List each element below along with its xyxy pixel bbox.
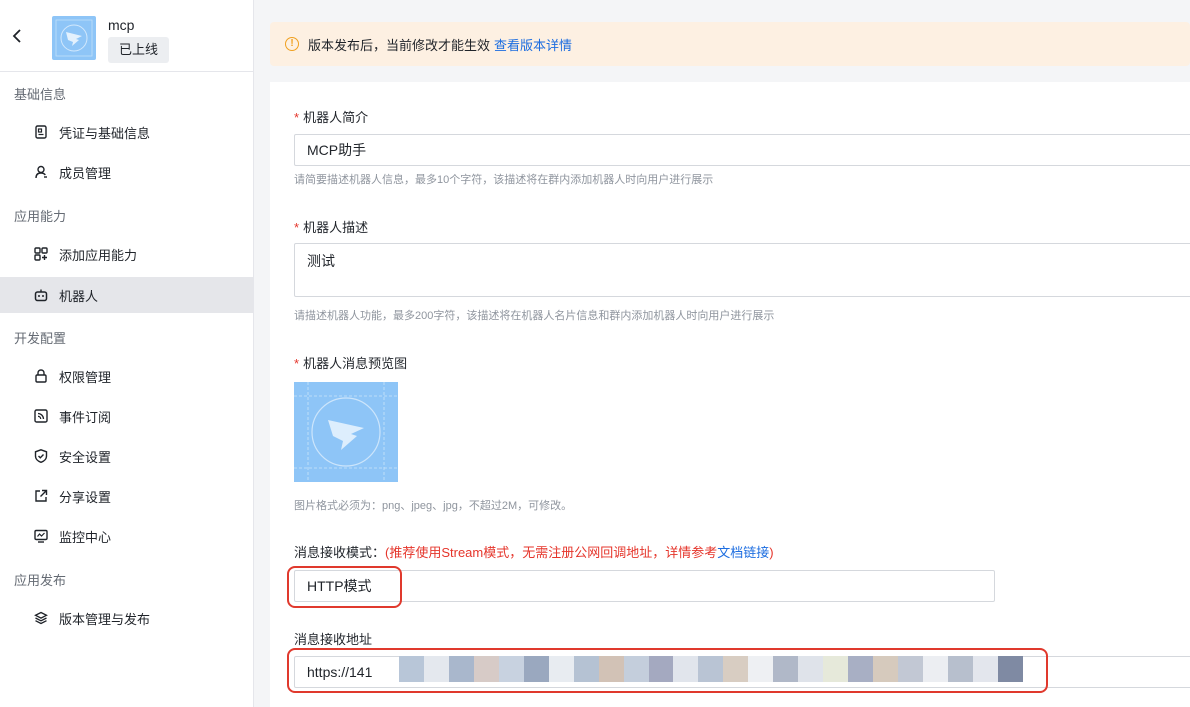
user-icon [33, 164, 49, 180]
receive-url-label: 消息接收地址 [294, 632, 373, 647]
sidebar-item-label: 权限管理 [59, 369, 112, 385]
notice-text: 版本发布后，当前修改才能生效 [308, 37, 491, 53]
preview-hint: 图片格式必须为：png、jpeg、jpg，不超过2M，可修改。 [294, 500, 573, 512]
robot-config-form: * 机器人简介 MCP助手 请简要描述机器人信息，最多10个字符，该描述将在群内添… [270, 82, 1190, 707]
sidebar-item-share[interactable]: 分享设置 [0, 478, 253, 514]
status-badge: 已上线 [108, 37, 170, 63]
intro-label: * 机器人简介 [294, 110, 369, 125]
sidebar-item-members[interactable]: 成员管理 [0, 154, 253, 190]
back-icon[interactable] [12, 28, 28, 48]
robot-icon [33, 287, 49, 303]
sidebar-item-monitor[interactable]: 监控中心 [0, 518, 253, 554]
sidebar-item-label: 事件订阅 [59, 409, 112, 425]
receive-mode-label: 消息接收模式：(推荐使用Stream模式，无需注册公网回调地址，详情参考文档链接… [294, 545, 774, 560]
description-hint: 请描述机器人功能，最多200字符，该描述将在机器人名片信息和群内添加机器人时向用… [294, 310, 775, 322]
group-title-dev: 开发配置 [14, 331, 67, 346]
sidebar-item-versions[interactable]: 版本管理与发布 [0, 600, 253, 636]
receive-mode-tip: (推荐使用Stream模式，无需注册公网回调地址，详情参考文档链接) [385, 545, 774, 560]
sidebar-item-add-capability[interactable]: 添加应用能力 [0, 236, 253, 272]
group-title-capability: 应用能力 [14, 209, 67, 224]
layers-icon [33, 610, 49, 626]
version-details-link[interactable]: 查看版本详情 [494, 35, 572, 54]
sidebar-item-label: 安全设置 [59, 449, 112, 465]
redacted-region [399, 656, 1023, 682]
rss-icon [33, 408, 49, 424]
sidebar-item-label: 版本管理与发布 [59, 611, 151, 627]
app-name: mcp [108, 17, 135, 33]
receive-mode-select[interactable]: HTTP模式 [294, 570, 995, 602]
lock-icon [33, 368, 49, 384]
add-capability-icon [33, 246, 49, 262]
sidebar-item-credentials[interactable]: 凭证与基础信息 [0, 114, 253, 150]
sidebar-item-label: 添加应用能力 [59, 247, 138, 263]
app-header: mcp 已上线 [0, 0, 253, 72]
main-content: ! 版本发布后，当前修改才能生效 查看版本详情 * 机器人简介 MCP助手 请简要… [254, 0, 1190, 707]
required-mark: * [294, 220, 300, 235]
sidebar-item-permissions[interactable]: 权限管理 [0, 358, 253, 394]
sidebar-item-label: 机器人 [59, 288, 99, 304]
description-label: * 机器人描述 [294, 220, 369, 235]
shield-icon [33, 448, 49, 464]
sidebar-item-label: 凭证与基础信息 [59, 125, 151, 141]
doc-link[interactable]: 文档链接 [717, 545, 769, 560]
preview-image[interactable] [294, 382, 398, 482]
sidebar-item-label: 分享设置 [59, 489, 112, 505]
version-notice: ! 版本发布后，当前修改才能生效 查看版本详情 [270, 22, 1190, 66]
sidebar-item-robot[interactable]: 机器人 [0, 277, 253, 313]
sidebar-item-label: 监控中心 [59, 529, 112, 545]
sidebar: mcp 已上线 基础信息 凭证与基础信息 成员管理 应用能力 添加应用能力 机器… [0, 0, 254, 707]
sidebar-item-label: 成员管理 [59, 165, 112, 181]
warning-icon: ! [285, 37, 299, 51]
group-title-release: 应用发布 [14, 573, 67, 588]
sidebar-item-events[interactable]: 事件订阅 [0, 398, 253, 434]
sidebar-item-security[interactable]: 安全设置 [0, 438, 253, 474]
required-mark: * [294, 356, 300, 371]
app-logo [52, 16, 96, 60]
required-mark: * [294, 110, 300, 125]
group-title-basic: 基础信息 [14, 87, 67, 102]
intro-input[interactable]: MCP助手 [294, 134, 1190, 166]
monitor-icon [33, 528, 49, 544]
intro-hint: 请简要描述机器人信息，最多10个字符，该描述将在群内添加机器人时向用户进行展示 [294, 174, 714, 186]
share-icon [33, 488, 49, 504]
preview-label: * 机器人消息预览图 [294, 356, 408, 371]
credential-icon [33, 124, 49, 140]
description-textarea[interactable]: 测试 [294, 243, 1190, 297]
